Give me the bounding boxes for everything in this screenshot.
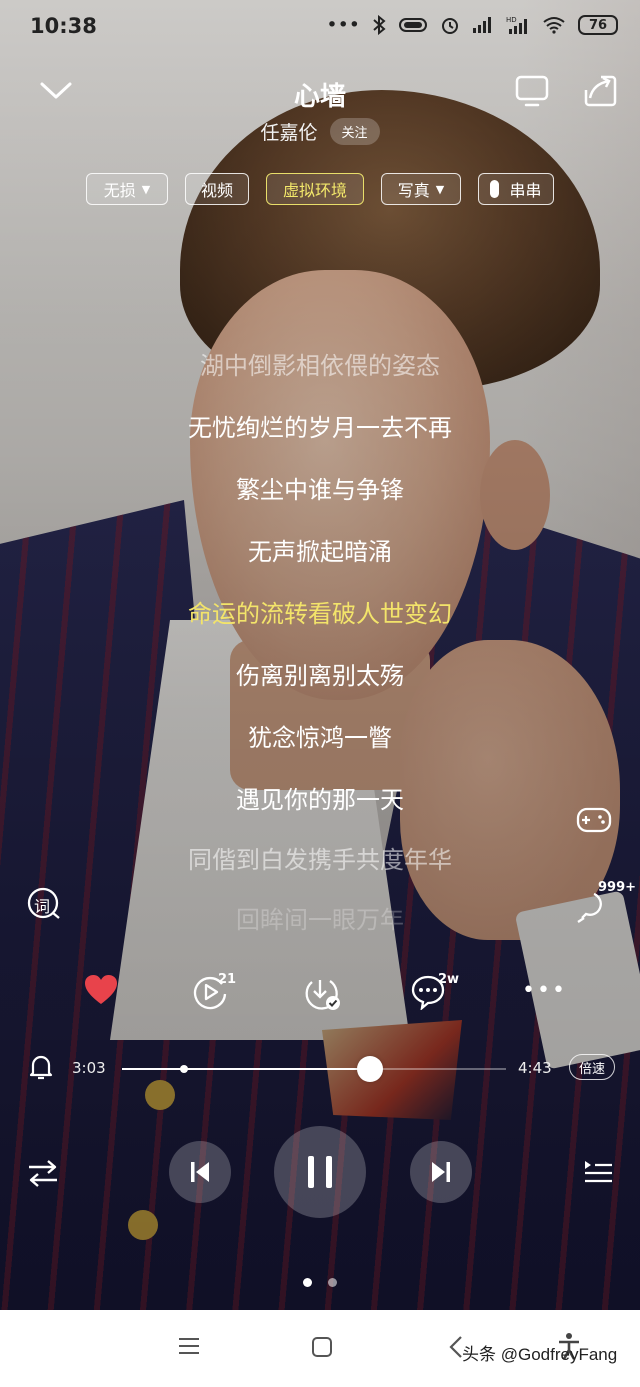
hd-signal-icon: HD <box>506 16 527 34</box>
quality-lossless-chip[interactable]: 无损 ▼ <box>86 173 168 205</box>
page-dot-active[interactable] <box>303 1278 312 1287</box>
shuffle-mode-icon[interactable] <box>26 1156 60 1190</box>
progress-knob[interactable] <box>357 1056 384 1082</box>
lyric-line[interactable]: 遇见你的那一天 <box>0 780 640 815</box>
share-icon[interactable] <box>581 72 619 110</box>
pause-button[interactable] <box>274 1126 366 1218</box>
svg-text:HD: HD <box>506 16 517 24</box>
playback-speed-button[interactable]: 倍速 <box>569 1054 615 1080</box>
downloaded-icon[interactable] <box>302 974 342 1014</box>
signal-icon <box>473 17 491 33</box>
battery-icon: 76 <box>578 15 618 35</box>
home-square-icon[interactable] <box>311 1336 333 1358</box>
lyric-line-current[interactable]: 命运的流转看破人世变幻 <box>0 594 640 629</box>
video-chip[interactable]: 视频 <box>185 173 249 205</box>
total-time: 4:43 <box>518 1059 552 1077</box>
playback-progress: 3:03 4:43 倍速 <box>0 1050 640 1090</box>
progress-slider[interactable] <box>122 1056 506 1082</box>
lyric-line[interactable]: 犹念惊鸿一瞥 <box>0 718 640 753</box>
comment-count: 2w <box>438 972 460 987</box>
elapsed-time: 3:03 <box>72 1059 106 1077</box>
progress-marker <box>180 1065 188 1073</box>
listeners-count-badge: 999+ <box>598 880 637 895</box>
playlist-icon[interactable] <box>582 1156 614 1188</box>
play-mv-button[interactable]: 21 <box>192 972 236 1014</box>
play-count: 21 <box>218 972 237 987</box>
status-bar: 10:38 ••• HD 76 <box>0 0 640 54</box>
status-time: 10:38 <box>30 14 97 38</box>
lyric-line[interactable]: 同偕到白发携手共度年华 <box>0 840 640 875</box>
progress-fill <box>122 1068 371 1070</box>
caret-down-icon: ▼ <box>435 182 445 196</box>
caret-down-icon: ▼ <box>141 182 151 196</box>
lyric-line[interactable]: 伤离别离别太殇 <box>0 656 640 691</box>
lyric-line[interactable]: 无声掀起暗涌 <box>0 532 640 567</box>
more-options-icon[interactable]: ••• <box>522 978 567 1003</box>
previous-button[interactable] <box>169 1141 231 1203</box>
pause-icon <box>308 1156 332 1188</box>
game-controller-icon[interactable] <box>575 804 613 836</box>
skip-next-icon <box>432 1162 450 1182</box>
lyrics-toggle-button[interactable]: 词 <box>26 886 62 922</box>
alarm-icon <box>442 18 458 34</box>
virtual-environment-chip[interactable]: 虚拟环境 <box>266 173 364 205</box>
wifi-icon <box>543 17 565 34</box>
player-header: 心墙 <box>0 64 640 124</box>
follow-button[interactable]: 关注 <box>329 118 380 145</box>
vibrate-icon <box>399 18 427 32</box>
lyric-line[interactable]: 回眸间一眼万年 <box>0 900 640 935</box>
lyric-line[interactable]: 繁尘中谁与争锋 <box>0 470 640 505</box>
skip-previous-icon <box>191 1162 209 1182</box>
chuanchuan-chip[interactable]: 串串 <box>478 173 554 205</box>
comments-button[interactable]: 2w <box>410 972 460 1014</box>
cast-screen-icon[interactable] <box>513 72 551 110</box>
page-indicator <box>0 1278 640 1287</box>
dots-icon: ••• <box>326 14 360 36</box>
status-icons: ••• HD 76 <box>326 14 618 36</box>
photo-chip[interactable]: 写真 ▼ <box>381 173 461 205</box>
lyrics-toggle-label: 词 <box>34 897 51 916</box>
like-heart-icon[interactable] <box>83 974 119 1006</box>
feature-chips: 无损 ▼ 视频 虚拟环境 写真 ▼ 串串 <box>0 173 640 207</box>
bluetooth-icon <box>373 15 386 35</box>
lyric-line[interactable]: 无忧绚烂的岁月一去不再 <box>0 408 640 443</box>
menu-icon[interactable] <box>178 1336 200 1356</box>
artist-row: 任嘉伦 关注 <box>0 118 640 145</box>
page-dot[interactable] <box>328 1278 337 1287</box>
artist-name[interactable]: 任嘉伦 <box>260 118 317 145</box>
pill-icon <box>490 180 500 198</box>
system-nav-bar: 头条 @GodfreyFang <box>0 1310 640 1387</box>
watermark-text: 头条 @GodfreyFang <box>462 1345 618 1364</box>
bell-icon[interactable] <box>28 1053 54 1081</box>
lyric-line[interactable]: 湖中倒影相依偎的姿态 <box>0 346 640 381</box>
next-button[interactable] <box>410 1141 472 1203</box>
